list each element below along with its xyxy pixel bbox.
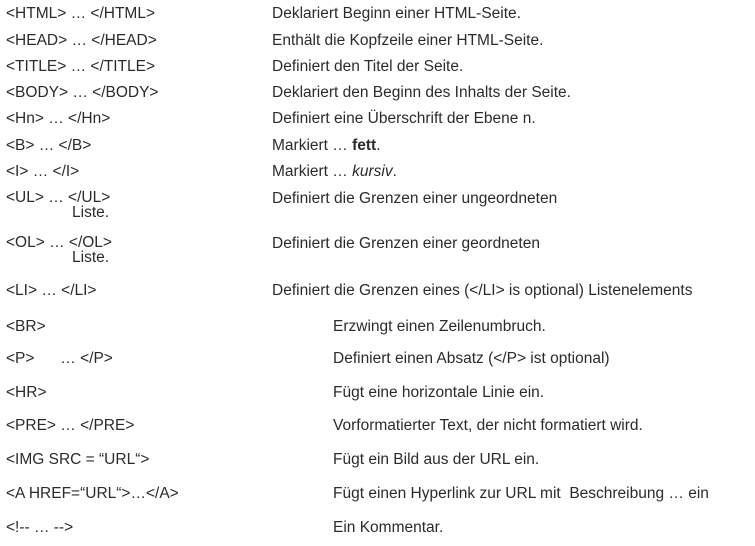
tag-code: <PRE> … </PRE>: [6, 417, 135, 434]
tag-code: <B> … </B>: [6, 137, 92, 154]
tag-code: <LI> … </LI>: [6, 282, 97, 299]
tag-description: Definiert die Grenzen einer ungeordneten: [272, 190, 558, 207]
description-suffix: .: [392, 163, 397, 180]
tag-description: Definiert einen Absatz (</P> ist optiona…: [333, 350, 610, 367]
description-prefix: Markiert …: [272, 163, 353, 180]
description-prefix: Markiert …: [272, 137, 353, 154]
tag-description: Markiert … kursiv.: [272, 163, 397, 181]
tag-description: Definiert die Grenzen eines (</LI> is op…: [272, 282, 693, 299]
tag-code: <HTML> … </HTML>: [6, 5, 156, 22]
tag-description: Vorformatierter Text, der nicht formatie…: [333, 417, 643, 434]
description-suffix: .: [376, 137, 381, 154]
tag-code: <IMG SRC = “URL“>: [6, 451, 150, 468]
tag-description: Definiert die Grenzen einer geordneten: [272, 235, 540, 252]
tag-code: <!-- … -->: [6, 519, 74, 536]
tag-code: <BODY> … </BODY>: [6, 84, 159, 101]
tag-code: <OL> … </OL>: [6, 234, 112, 251]
tag-description: Markiert … fett.: [272, 137, 381, 155]
tag-description: Definiert eine Überschrift der Ebene n.: [272, 110, 536, 127]
tag-description: Fügt eine horizontale Linie ein.: [333, 384, 545, 401]
bold-example: fett: [352, 137, 377, 154]
tag-code-continuation: Liste.: [72, 249, 110, 266]
tag-code: <TITLE> … </TITLE>: [6, 58, 156, 75]
tag-description: Deklariert Beginn einer HTML-Seite.: [272, 5, 521, 22]
tag-code: <Hn> … </Hn>: [6, 110, 111, 127]
tag-description: Fügt ein Bild aus der URL ein.: [333, 451, 540, 468]
tag-code: <HEAD> … </HEAD>: [6, 32, 157, 49]
tag-description: Definiert den Titel der Seite.: [272, 58, 464, 75]
italic-example: kursiv: [352, 163, 393, 180]
tag-description: Enthält die Kopfzeile einer HTML-Seite.: [272, 32, 544, 49]
tag-code: <UL> … </UL>: [6, 189, 111, 206]
tag-code: <P> … </P>: [6, 350, 113, 367]
tag-code: <A HREF=“URL“>…</A>: [6, 485, 179, 502]
tag-description: Ein Kommentar.: [333, 519, 444, 536]
tag-description: Deklariert den Beginn des Inhalts der Se…: [272, 84, 571, 101]
tag-code-continuation: Liste.: [72, 204, 110, 221]
tag-code: <BR>: [6, 318, 46, 335]
tag-description: Fügt einen Hyperlink zur URL mit Beschre…: [333, 485, 709, 502]
tag-code: <HR>: [6, 384, 47, 401]
tag-code: <I> … </I>: [6, 163, 80, 180]
tag-description: Erzwingt einen Zeilenumbruch.: [333, 318, 546, 335]
